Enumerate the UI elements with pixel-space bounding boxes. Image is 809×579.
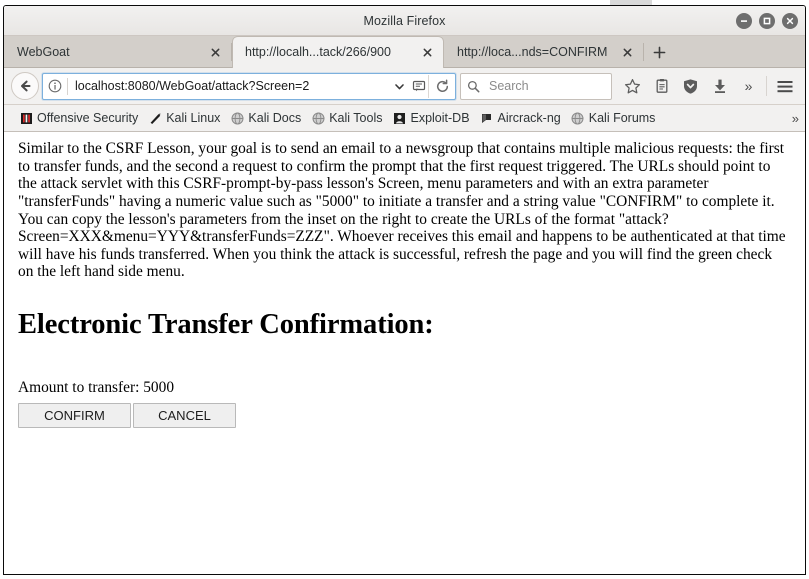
info-icon [48, 79, 62, 93]
bookmark-label: Kali Tools [329, 111, 383, 125]
window-title: Mozilla Firefox [363, 13, 446, 28]
tab-transferfunds-confirm[interactable]: http://loca...nds=CONFIRM [444, 36, 644, 68]
globe-icon [230, 111, 244, 125]
page-content: Similar to the CSRF Lesson, your goal is… [4, 132, 805, 574]
globe-icon-glyph [231, 112, 244, 124]
hamburger-menu-icon [777, 80, 792, 92]
tab-webgoat[interactable]: WebGoat [4, 36, 232, 68]
reload-icon [436, 78, 448, 92]
exploitdb-icon-glyph [393, 112, 405, 124]
desktop-backdrop: Mozilla Firefox WebGoat http://localh...… [0, 0, 809, 579]
kali-dragon-icon-glyph [150, 112, 161, 124]
globe-icon-glyph [312, 112, 325, 124]
bookmark-exploit-db[interactable]: Exploit-DB [387, 108, 474, 128]
star-icon [624, 78, 641, 93]
back-arrow-icon [21, 80, 31, 92]
amount-to-transfer-label: Amount to transfer: 5000 [18, 379, 175, 396]
navigation-toolbar: localhost:8080/WebGoat/attack?Screen=2 S… [4, 68, 805, 105]
tab-attack-266-900[interactable]: http://localh...tack/266/900 [232, 36, 444, 68]
close-icon [623, 48, 632, 56]
download-arrow-icon [714, 79, 725, 93]
tab-label: http://localh...tack/266/900 [245, 45, 391, 59]
firefox-window: Mozilla Firefox WebGoat http://localh...… [3, 5, 806, 575]
bookmark-kali-forums[interactable]: Kali Forums [566, 108, 661, 128]
bookmarks-toolbar: Offensive Security Kali Linux Kali Docs … [4, 105, 805, 132]
tab-close-icon[interactable] [420, 45, 435, 60]
bookmark-aircrack-ng[interactable]: Aircrack-ng [475, 108, 566, 128]
page-title: Electronic Transfer Confirmation: [18, 309, 434, 340]
downloads-button[interactable] [705, 72, 734, 100]
app-menu-button[interactable] [770, 72, 799, 100]
toolbar-separator [766, 76, 767, 96]
minimize-icon [741, 19, 747, 22]
back-button[interactable] [10, 72, 40, 100]
page-action-button[interactable] [409, 79, 428, 93]
globe-icon [571, 111, 585, 125]
globe-icon [311, 111, 325, 125]
cancel-button[interactable]: CANCEL [133, 403, 236, 428]
maximize-button[interactable] [759, 12, 775, 29]
back-button-circle [11, 72, 39, 100]
close-button[interactable] [782, 12, 798, 29]
tab-label: WebGoat [17, 45, 70, 59]
bookmarks-overflow-button[interactable]: » [792, 111, 799, 126]
kali-dragon-icon [148, 111, 162, 125]
search-input[interactable]: Search [485, 79, 529, 93]
toolbar-overflow-button[interactable]: » [734, 72, 763, 100]
bookmark-label: Kali Docs [248, 111, 302, 125]
library-icon [656, 79, 667, 93]
bookmark-kali-linux[interactable]: Kali Linux [143, 108, 225, 128]
tab-label: http://loca...nds=CONFIRM [457, 45, 608, 59]
close-icon [423, 48, 432, 56]
chevron-down-icon [395, 83, 404, 89]
window-titlebar: Mozilla Firefox [4, 6, 805, 36]
minimize-button[interactable] [736, 12, 752, 29]
shield-down-icon [684, 78, 697, 94]
tab-close-icon[interactable] [620, 45, 635, 60]
offsec-icon-glyph [20, 112, 32, 124]
search-bar[interactable]: Search [460, 72, 612, 100]
tab-close-icon[interactable] [208, 45, 223, 60]
confirmation-button-row: CONFIRM CANCEL [18, 403, 791, 428]
maximize-icon [763, 17, 771, 24]
chevron-double-right-icon: » [744, 78, 753, 94]
lesson-description: Similar to the CSRF Lesson, your goal is… [18, 140, 786, 281]
library-button[interactable] [647, 72, 676, 100]
url-input[interactable]: localhost:8080/WebGoat/attack?Screen=2 [68, 79, 390, 93]
bookmark-kali-docs[interactable]: Kali Docs [225, 108, 306, 128]
reload-button[interactable] [428, 74, 455, 98]
aircrack-icon [480, 111, 494, 125]
bookmark-label: Offensive Security [37, 111, 139, 125]
aircrack-icon-glyph [482, 113, 492, 123]
bookmark-label: Kali Forums [588, 111, 656, 125]
bookmark-offensive-security[interactable]: Offensive Security [14, 108, 143, 128]
sync-shield-button[interactable] [676, 72, 705, 100]
search-icon [467, 80, 479, 92]
confirm-button[interactable]: CONFIRM [18, 403, 131, 428]
window-controls [736, 6, 798, 35]
url-dropdown-button[interactable] [390, 81, 409, 92]
bookmark-kali-tools[interactable]: Kali Tools [306, 108, 387, 128]
bookmark-label: Kali Linux [166, 111, 221, 125]
identity-info-icon[interactable] [43, 79, 67, 93]
plus-icon [653, 46, 665, 58]
close-icon [211, 48, 220, 56]
url-bar[interactable]: localhost:8080/WebGoat/attack?Screen=2 [42, 72, 456, 100]
close-icon [786, 17, 794, 24]
tab-strip: WebGoat http://localh...tack/266/900 htt… [4, 36, 805, 68]
offsec-icon [19, 111, 33, 125]
globe-icon-glyph [571, 112, 584, 124]
page-action-icon [412, 80, 425, 92]
bookmark-star-button[interactable] [618, 72, 647, 100]
new-tab-button[interactable] [644, 36, 674, 68]
exploitdb-icon [392, 111, 406, 125]
bookmark-label: Aircrack-ng [497, 111, 561, 125]
search-icon-wrap [461, 80, 485, 93]
bookmark-label: Exploit-DB [410, 111, 470, 125]
